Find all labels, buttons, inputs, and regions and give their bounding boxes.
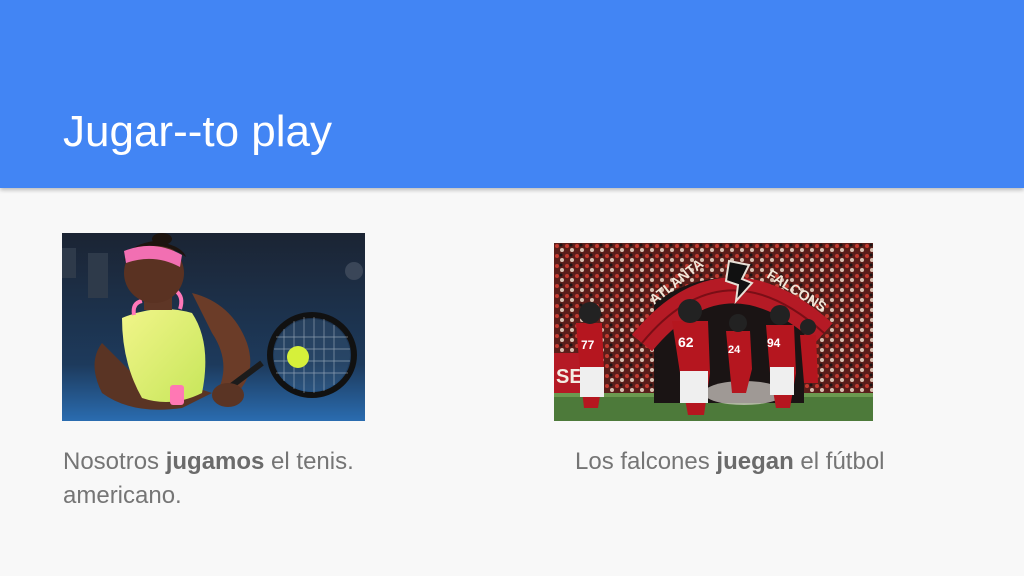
caption-right-verb: juegan [716,448,794,475]
tennis-player-image [62,233,365,421]
title-bar: Jugar--to play [0,0,1024,188]
slide-title: Jugar--to play [63,107,333,156]
football-caption: Los falcones juegan el fútbol [575,445,995,479]
caption-left-line2: americano. [63,482,182,509]
jersey-number-3: 24 [728,344,741,356]
jersey-number-2: 62 [678,334,694,350]
caption-left-verb: jugamos [165,448,265,475]
caption-left-before: Nosotros [63,448,166,475]
atlanta-falcons-image: ATLANTA FALCONS SE 77 62 24 94 [554,243,873,421]
slide: Jugar--to play ATLANTA FALCONS SE 77 62 … [0,0,1024,576]
tennis-caption: Nosotros jugamos el tenis. americano. [63,445,483,513]
jersey-number-4: 94 [767,336,781,350]
caption-left-after: el tenis. [264,448,354,475]
caption-right-after: el fútbol [793,448,885,475]
jersey-number-1: 77 [581,338,595,352]
caption-right-before: Los falcones [575,448,717,475]
side-banner-text: SE [556,366,583,388]
